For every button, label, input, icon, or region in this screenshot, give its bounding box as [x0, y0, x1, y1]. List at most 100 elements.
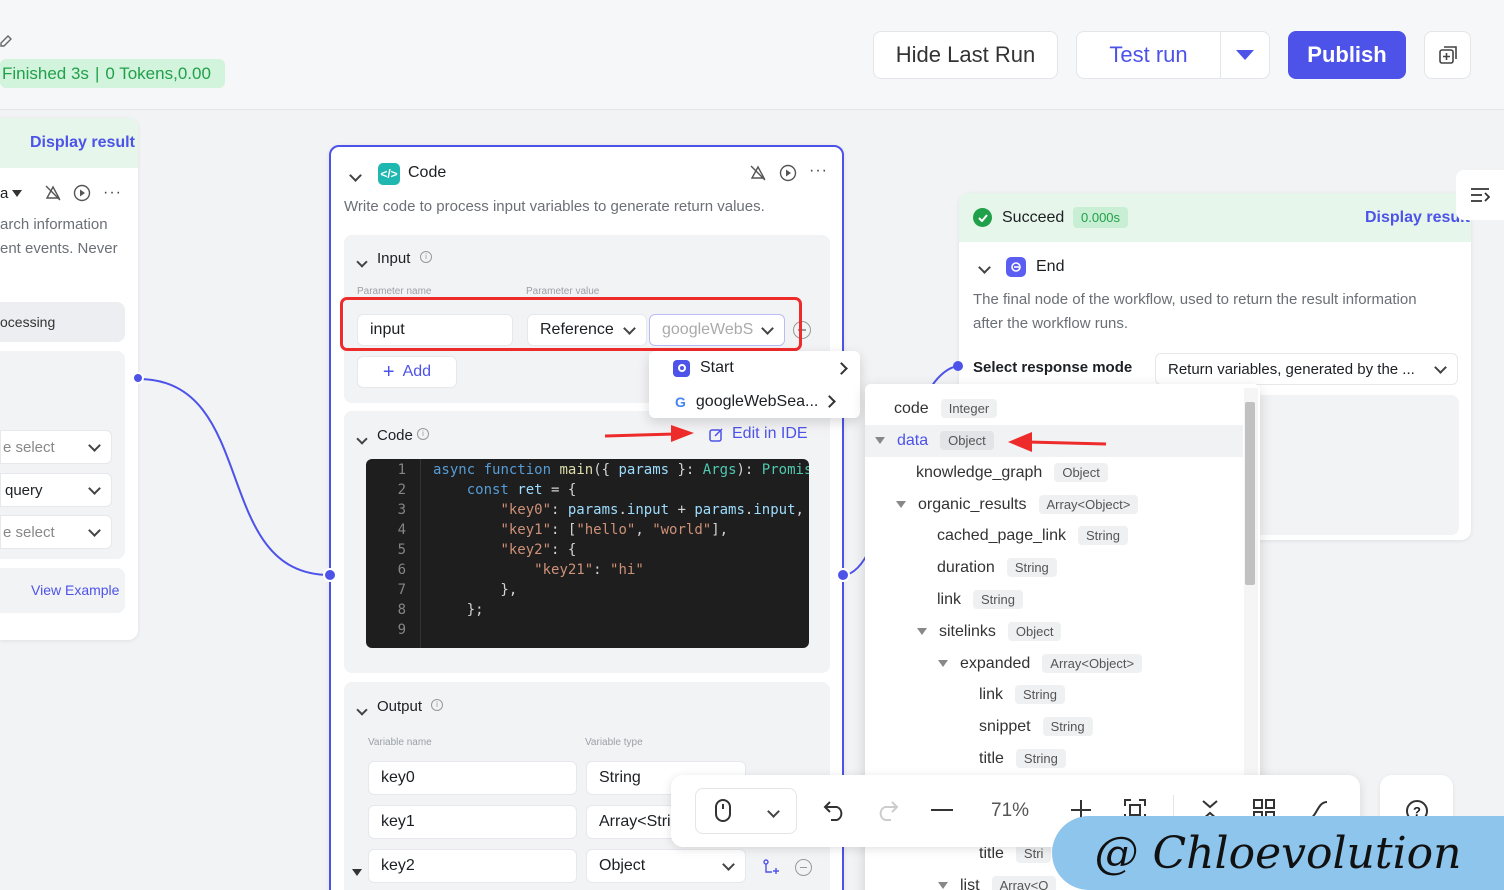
- param-value-header: Parameter value: [526, 286, 600, 297]
- code-line-3: "key0": params.input + params.input,: [500, 502, 804, 518]
- left-node-desc-2: ent events. Never: [0, 240, 118, 257]
- var-type-header: Variable type: [585, 737, 643, 748]
- code-node-input-port[interactable]: [323, 568, 337, 582]
- output-name-2[interactable]: key2: [368, 849, 577, 883]
- panel-toggle-icon[interactable]: [1456, 170, 1504, 220]
- code-line-4: "key1": ["hello", "world"],: [500, 522, 729, 538]
- more-icon[interactable]: ···: [809, 162, 828, 180]
- tree-item-code[interactable]: code Integer: [894, 399, 998, 418]
- end-node-input-port[interactable]: [953, 361, 963, 371]
- left-select-2[interactable]: query: [0, 473, 112, 507]
- mouse-icon: [715, 799, 732, 822]
- run-time-badge: 0.000s: [1073, 207, 1129, 228]
- start-node-icon: [673, 359, 690, 377]
- success-icon: [973, 208, 992, 227]
- line-number: 1: [397, 462, 406, 478]
- redo-icon[interactable]: [875, 799, 899, 826]
- code-line-8: };: [433, 602, 484, 618]
- code-line-1: async function main({ params }: Args): P…: [433, 462, 809, 478]
- plus-icon: +: [382, 360, 395, 383]
- code-line-7: },: [433, 582, 518, 598]
- tree-item-link[interactable]: link String: [937, 590, 1023, 609]
- run-node-icon[interactable]: [73, 184, 91, 207]
- code-line-5: "key2": {: [500, 542, 577, 558]
- run-node-icon[interactable]: [779, 164, 797, 187]
- end-node-desc-2: after the workflow runs.: [973, 315, 1129, 332]
- line-number: 9: [397, 622, 406, 638]
- collapse-chevron-icon[interactable]: [978, 259, 991, 277]
- chevron-down-icon: [766, 804, 780, 818]
- edit-in-ide-button[interactable]: Edit in IDE: [709, 425, 808, 443]
- processing-section[interactable]: ocessing: [0, 302, 125, 342]
- left-select-1[interactable]: e select: [0, 430, 112, 464]
- code-node-icon: </>: [378, 163, 400, 185]
- response-mode-select[interactable]: Return variables, generated by the ...: [1155, 353, 1458, 385]
- scrollbar-thumb[interactable]: [1245, 402, 1255, 585]
- code-label: Code: [377, 427, 413, 444]
- expand-triangle-icon[interactable]: [938, 660, 948, 667]
- view-example-link[interactable]: View Example: [31, 582, 119, 598]
- code-node-output-port[interactable]: [836, 568, 850, 582]
- tree-item-cached-page-link[interactable]: cached_page_link String: [937, 526, 1128, 545]
- add-param-button[interactable]: + Add: [357, 356, 457, 388]
- left-node-title: a: [0, 185, 23, 202]
- tree-item-snippet[interactable]: snippet String: [979, 717, 1093, 736]
- remove-output-icon[interactable]: [795, 859, 812, 876]
- zoom-level[interactable]: 71%: [991, 800, 1029, 822]
- param-name-header: Parameter name: [357, 286, 432, 297]
- red-arrow-annotation: [1008, 432, 1107, 452]
- code-collapse-icon[interactable]: [356, 430, 368, 448]
- output-name-0[interactable]: key0: [368, 761, 577, 795]
- zoom-out-icon[interactable]: [931, 809, 953, 811]
- dropdown-item-google[interactable]: G googleWebSea...: [649, 385, 860, 418]
- output-label: Output: [377, 698, 423, 715]
- tree-item-title[interactable]: title String: [979, 749, 1066, 768]
- expand-triangle-icon[interactable]: [352, 863, 362, 881]
- dropdown-item-start[interactable]: Start: [649, 351, 860, 385]
- collapse-chevron-icon[interactable]: [349, 167, 362, 185]
- tree-item-knowledge-graph[interactable]: knowledge_graph Object: [916, 463, 1108, 482]
- output-type-2-value: Object: [599, 857, 646, 874]
- code-node-description: Write code to process input variables to…: [344, 198, 765, 215]
- tree-item-organic-results[interactable]: organic_results Array<Object>: [896, 495, 1139, 514]
- output-name-1[interactable]: key1: [368, 805, 577, 839]
- tree-item-expanded-link[interactable]: link String: [979, 685, 1065, 704]
- display-result-link[interactable]: Display result: [1365, 209, 1470, 227]
- debug-off-icon[interactable]: [749, 164, 767, 187]
- code-editor[interactable]: 1 async function main({ params }: Args):…: [366, 459, 809, 648]
- add-child-icon[interactable]: [762, 858, 780, 881]
- tree-item-expanded[interactable]: expanded Array<Object>: [938, 654, 1143, 673]
- tree-item-sitelinks[interactable]: sitelinks Object: [917, 622, 1062, 641]
- line-number: 2: [397, 482, 406, 498]
- output-type-2[interactable]: Object: [586, 849, 746, 883]
- more-icon[interactable]: ···: [103, 184, 122, 202]
- tree-item-duration[interactable]: duration String: [937, 558, 1057, 577]
- chevron-right-icon: [835, 361, 848, 375]
- left-select-3-value: e select: [3, 523, 55, 541]
- end-node-desc-1: The final node of the workflow, used to …: [973, 291, 1417, 308]
- info-icon[interactable]: i: [431, 699, 443, 711]
- input-label: Input: [377, 250, 411, 267]
- expand-triangle-icon[interactable]: [896, 501, 906, 508]
- tree-item-list[interactable]: list Array<O: [938, 876, 1057, 890]
- line-number: 8: [397, 602, 406, 618]
- info-icon[interactable]: i: [420, 251, 432, 263]
- left-node[interactable]: Display result a ··· arch information en…: [0, 118, 138, 640]
- input-collapse-icon[interactable]: [356, 253, 368, 271]
- google-icon: G: [675, 393, 686, 410]
- expand-triangle-icon[interactable]: [875, 437, 885, 444]
- left-select-3[interactable]: e select: [0, 515, 112, 549]
- left-node-output-port[interactable]: [132, 372, 144, 384]
- tree-item-data[interactable]: data Object: [875, 431, 994, 450]
- left-select-2-value: query: [5, 481, 43, 499]
- undo-icon[interactable]: [823, 799, 847, 826]
- expand-triangle-icon[interactable]: [938, 882, 948, 889]
- debug-off-icon[interactable]: [44, 184, 62, 207]
- output-collapse-icon[interactable]: [356, 701, 368, 719]
- interaction-mode-select[interactable]: [695, 788, 797, 834]
- display-result-link[interactable]: Display result: [30, 134, 135, 152]
- code-node-title: Code: [408, 164, 447, 181]
- expand-triangle-icon[interactable]: [917, 628, 927, 635]
- dropdown-item-start-label: Start: [700, 359, 734, 376]
- info-icon[interactable]: i: [417, 428, 429, 440]
